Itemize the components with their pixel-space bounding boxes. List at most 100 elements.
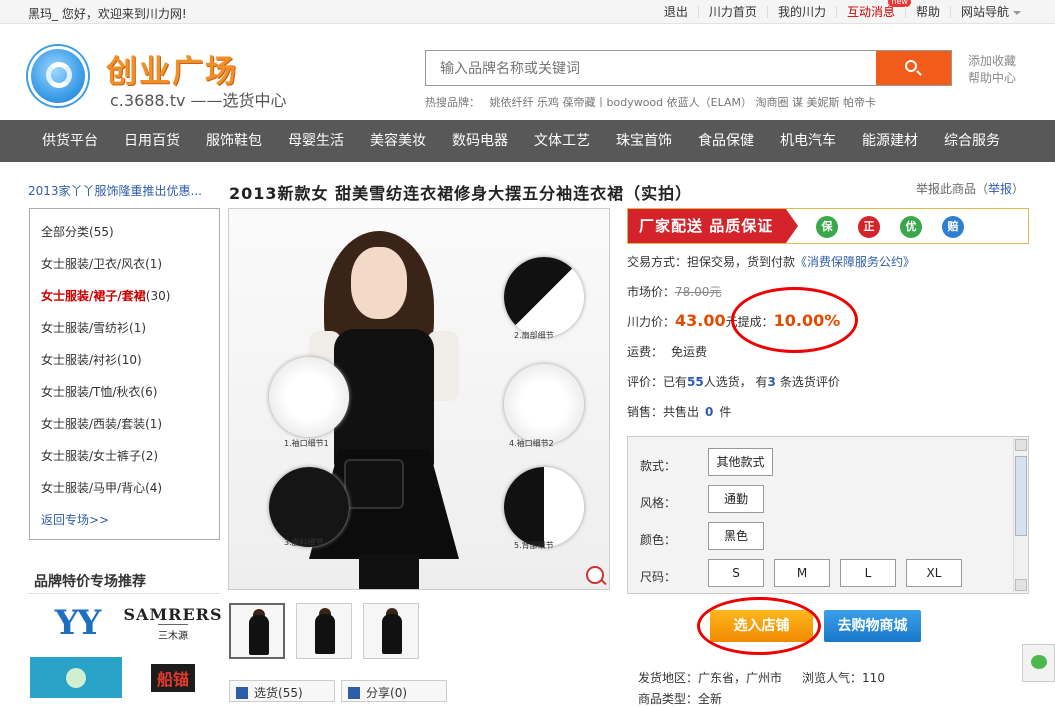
- category-label: 女士服装/雪纺衫: [41, 321, 130, 335]
- shipping-row: 运费： 免运费: [627, 343, 707, 360]
- size-option[interactable]: XL: [906, 559, 962, 587]
- category-item[interactable]: 女士服装/T恤/秋衣(6): [41, 383, 157, 400]
- category-label: 女士服装/T恤/秋衣: [41, 385, 141, 399]
- report-product: 举报此商品（举报）: [916, 180, 1024, 197]
- back-to-special-link[interactable]: 返回专场>>: [41, 511, 109, 528]
- detail-circle: [504, 467, 584, 547]
- spec-scrollbar[interactable]: [1013, 438, 1027, 592]
- scroll-up-icon[interactable]: [1015, 439, 1027, 451]
- logo-title[interactable]: 创业广场: [106, 46, 238, 91]
- hot-brand-link[interactable]: 依蓝人（ELAM）: [667, 96, 752, 109]
- nav-item[interactable]: 食品保健: [685, 120, 767, 162]
- brand-logo-teal[interactable]: [30, 657, 122, 698]
- report-prefix: 举报此商品（: [916, 182, 989, 196]
- detail-circle: [269, 467, 349, 547]
- detail-swatch: [269, 357, 349, 437]
- category-item[interactable]: 全部分类(55): [41, 223, 114, 240]
- price-value: 43.00: [675, 311, 726, 330]
- category-item-active[interactable]: 女士服装/裙子/套裙(30): [41, 287, 170, 304]
- nav-item[interactable]: 综合服务: [931, 120, 1013, 162]
- help-center-link[interactable]: 帮助中心: [968, 70, 1016, 87]
- views-value: 110: [862, 671, 885, 685]
- detail-label: 1.袖口细节1: [284, 439, 329, 448]
- nav-item[interactable]: 供货平台: [0, 120, 111, 162]
- go-mall-button[interactable]: 去购物商城: [824, 610, 921, 642]
- category-item[interactable]: 女士服装/马甲/背心(4): [41, 479, 162, 496]
- size-label: 尺码：: [640, 570, 677, 584]
- thumb-dress: [382, 614, 402, 654]
- search-input[interactable]: [426, 51, 876, 85]
- nav-item[interactable]: 文体工艺: [521, 120, 603, 162]
- thumbnail-selected[interactable]: [229, 603, 285, 659]
- review-count: 3: [767, 375, 776, 389]
- size-option[interactable]: S: [708, 559, 764, 587]
- brand-logo-anchor[interactable]: 船锚: [126, 657, 220, 698]
- category-item[interactable]: 女士服装/衬衫(10): [41, 351, 142, 368]
- add-favorite-link[interactable]: 添加收藏: [968, 53, 1016, 70]
- category-item[interactable]: 女士服装/雪纺衫(1): [41, 319, 146, 336]
- hot-brand-link[interactable]: 淘商圈: [756, 96, 789, 109]
- category-label: 女士服装/西装/套装: [41, 417, 146, 431]
- product-main-image[interactable]: 2.扇部细节 1.袖口细节1 4.袖口细节2 3.面料细节 5.背部细节: [228, 208, 610, 590]
- home-link[interactable]: 川力首页: [697, 6, 767, 18]
- nav-item[interactable]: 服饰鞋包: [193, 120, 275, 162]
- category-item[interactable]: 女士服装/卫衣/风衣(1): [41, 255, 162, 272]
- scroll-thumb[interactable]: [1015, 456, 1027, 536]
- my-account-link[interactable]: 我的川力: [766, 6, 836, 18]
- thumbnail[interactable]: [363, 603, 419, 659]
- style-option[interactable]: 其他款式: [708, 448, 773, 476]
- report-link[interactable]: 举报: [988, 182, 1012, 196]
- category-item[interactable]: 女士服装/西装/套装(1): [41, 415, 162, 432]
- detail-swatch: [504, 467, 584, 547]
- thumbnail[interactable]: [296, 603, 352, 659]
- top-links: 退出 川力首页 我的川力 互动消息 new 帮助 网站导航: [654, 0, 1055, 24]
- scroll-down-icon[interactable]: [1015, 579, 1027, 591]
- hot-brand-link[interactable]: 谋: [792, 96, 803, 109]
- logout-link[interactable]: 退出: [654, 6, 698, 18]
- category-list: 全部分类(55) 女士服装/卫衣/风衣(1) 女士服装/裙子/套裙(30) 女士…: [29, 208, 220, 540]
- guarantee-protect-icon: 保: [816, 216, 838, 238]
- share-button[interactable]: 分享(0): [341, 680, 447, 702]
- zoom-icon[interactable]: [586, 566, 604, 584]
- annotation-circle: [697, 597, 821, 655]
- category-label: 全部分类: [41, 225, 90, 239]
- hot-brand-link[interactable]: 美妮斯: [807, 96, 840, 109]
- floating-service-button[interactable]: [1022, 644, 1055, 682]
- model-dress: [334, 329, 434, 469]
- nav-item[interactable]: 母婴生活: [275, 120, 357, 162]
- shipping-label: 运费：: [627, 345, 664, 359]
- hot-brand-link[interactable]: 乐鸡: [537, 96, 559, 109]
- category-label: 女士服装/卫衣/风衣: [41, 257, 146, 271]
- nav-item[interactable]: 日用百货: [111, 120, 193, 162]
- category-item[interactable]: 女士服装/女士裤子(2): [41, 447, 158, 464]
- shipping-value: 免运费: [671, 345, 708, 359]
- nav-item[interactable]: 美容美妆: [357, 120, 439, 162]
- size-option[interactable]: L: [840, 559, 896, 587]
- promo-link[interactable]: 2013家丫丫服饰隆重推出优惠...: [28, 182, 218, 199]
- brand-logo-yy[interactable]: YY: [30, 600, 124, 646]
- detail-circle: [504, 257, 584, 337]
- top-bar: 黑玛_ 您好，欢迎来到川力网! 退出 川力首页 我的川力 互动消息 new 帮助 …: [0, 0, 1055, 24]
- thumb-dress: [249, 615, 269, 655]
- hot-brand-link[interactable]: 姚依纤纤: [490, 96, 534, 109]
- site-logo-icon[interactable]: [28, 46, 88, 106]
- fashion-option[interactable]: 通勤: [708, 485, 764, 513]
- nav-item[interactable]: 机电汽车: [767, 120, 849, 162]
- messages-link[interactable]: 互动消息 new: [835, 0, 911, 18]
- hot-brand-link[interactable]: 葆帝藏丨bodywood: [563, 96, 664, 109]
- brand-logo-samrers[interactable]: SAMRERS 三木源: [123, 600, 221, 646]
- help-link[interactable]: 帮助: [904, 6, 950, 18]
- search-button[interactable]: [876, 51, 951, 85]
- site-nav-link[interactable]: 网站导航: [949, 6, 1031, 18]
- pick-goods-button[interactable]: 选货(55): [229, 680, 335, 702]
- nav-item[interactable]: 珠宝首饰: [603, 120, 685, 162]
- size-option[interactable]: M: [774, 559, 830, 587]
- origin-label: 发货地区：: [638, 671, 699, 685]
- nav-item[interactable]: 能源建材: [849, 120, 931, 162]
- model-face: [351, 247, 407, 319]
- hot-brand-link[interactable]: 帕帝卡: [843, 96, 876, 109]
- consumer-pact-link[interactable]: 《消费保障服务公约》: [795, 255, 915, 269]
- nav-item[interactable]: 数码电器: [439, 120, 521, 162]
- color-option[interactable]: 黑色: [708, 522, 764, 550]
- category-count: (55): [89, 225, 114, 239]
